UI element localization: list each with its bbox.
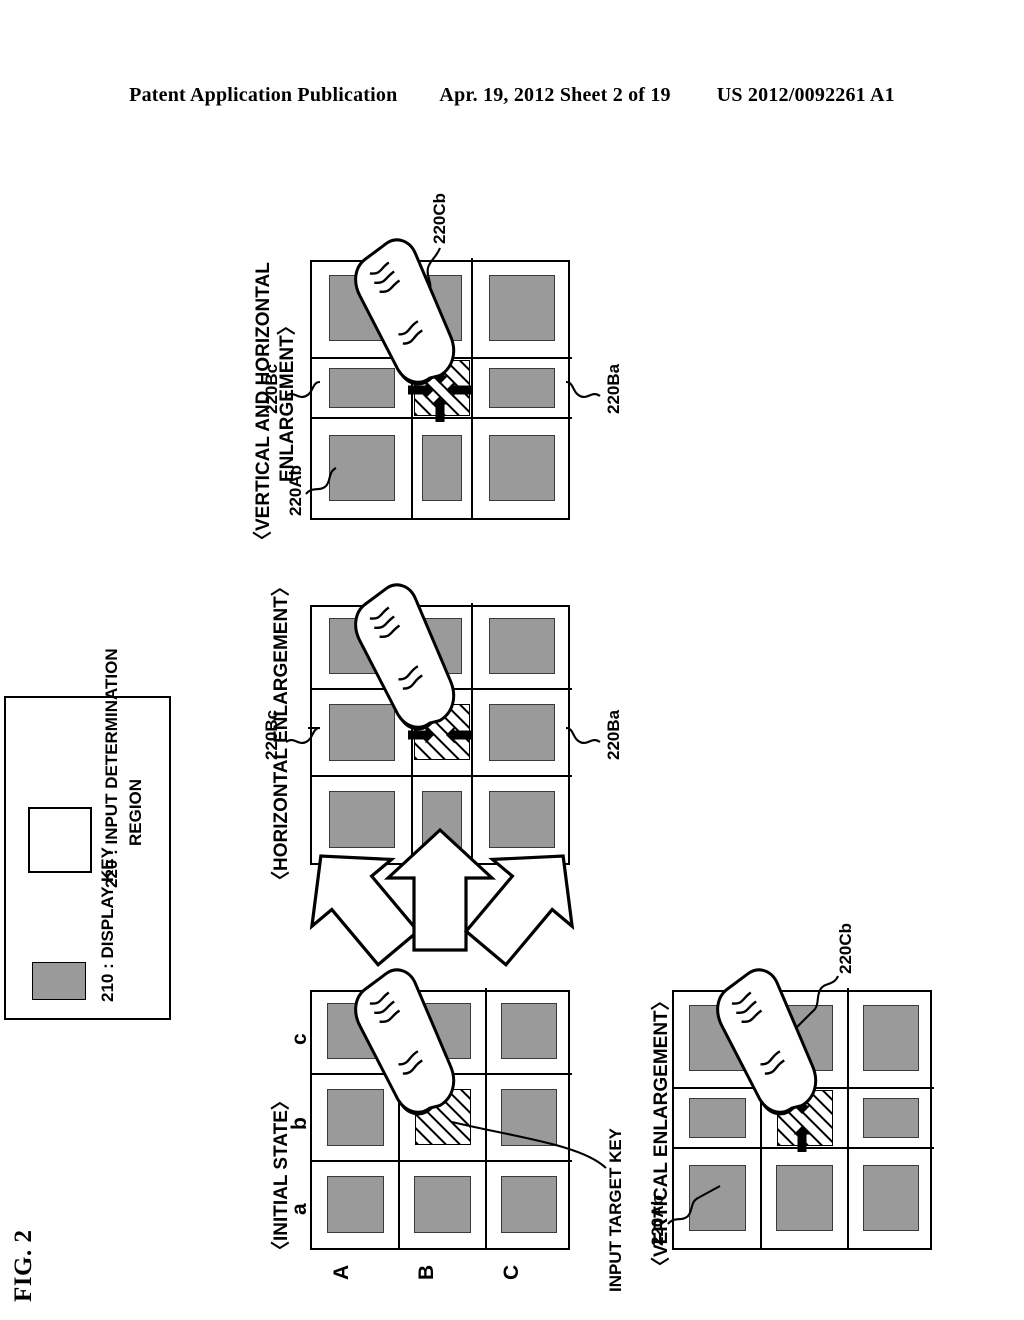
figure-canvas: FIG. 2 210 : DISPLAY KEY 220 : INPUT DET… [0,193,934,1320]
keypad-horizontal-enlargement [310,603,572,865]
initial-display-key-Aa[interactable] [326,1175,385,1234]
initial-col-label-a: a [288,1203,311,1215]
horizontal-display-key-Bc[interactable] [422,617,462,675]
ref-both-220Ba: 220Ba [604,363,623,414]
horizontal-display-key-Ac[interactable] [329,617,395,675]
both-display-key-Ac[interactable] [329,275,395,341]
header-date-sheet: Apr. 19, 2012 Sheet 2 of 19 [439,84,671,106]
vertical-display-key-Cc[interactable] [862,1005,920,1071]
both-display-key-Bc[interactable] [422,275,462,341]
figure-container: FIG. 2 210 : DISPLAY KEY 220 : INPUT DET… [0,130,934,1302]
ref-both-220Cb: 220Cb [430,192,449,244]
horizontal-display-key-Cb[interactable] [489,703,555,762]
initial-display-key-Cb[interactable] [500,1088,558,1147]
leader-220Ba-both [565,380,601,398]
keypad-initial-state [310,988,572,1250]
legend-box: 210 : DISPLAY KEY 220 : INPUT DETERMINAT… [4,648,171,1020]
horizontal-grid-line-v2 [312,688,572,690]
initial-row-label-B: B [415,1264,438,1280]
legend-input-region-swatch [28,807,92,873]
both-grid-line-h1 [411,258,413,518]
both-display-key-Ab[interactable] [329,368,395,408]
vertical-display-key-Ca[interactable] [862,1165,920,1231]
initial-display-key-Ac[interactable] [326,1002,385,1060]
ref-both-220Ab: 220Ab [286,464,305,516]
legend-input-region-label-line2: REGION [126,778,145,846]
vertical-grid-line-v1 [674,1147,934,1149]
both-display-key-Ba[interactable] [422,435,462,501]
initial-col-label-b: b [288,1117,311,1130]
ref-vertical-220Cb: 220Cb [836,922,855,974]
vertical-display-key-Ac[interactable] [688,1005,747,1071]
initial-input-target-key[interactable] [414,1089,471,1146]
initial-grid-line-h1 [398,988,400,1248]
both-display-key-Cc[interactable] [489,275,555,341]
vertical-grid-line-h2 [847,988,849,1248]
both-display-key-Aa[interactable] [329,435,395,501]
initial-row-label-C: C [500,1264,523,1280]
horizontal-display-key-Aa[interactable] [329,790,395,849]
horizontal-display-key-Ca[interactable] [489,790,555,849]
both-grid-line-h2 [471,258,473,518]
horizontal-grid-line-h2 [471,603,473,863]
vertical-grid-line-h1 [760,988,762,1248]
horizontal-grid-line-h1 [411,603,413,863]
ref-horizontal-220Bc: 220Bc [262,709,281,760]
initial-display-key-Ab[interactable] [326,1088,385,1147]
vertical-display-key-Ba[interactable] [775,1165,834,1231]
both-input-target-key[interactable] [414,360,470,416]
both-grid-line-v2 [312,357,572,359]
page-header: Patent Application Publication Apr. 19, … [0,84,1024,118]
horizontal-display-key-Ba[interactable] [422,790,462,849]
legend-display-key-swatch [32,962,86,1000]
initial-display-key-Ba[interactable] [413,1175,472,1234]
vertical-input-target-key[interactable] [776,1090,833,1146]
initial-col-label-c: c [288,1033,311,1045]
horizontal-grid-line-v1 [312,775,572,777]
leader-220Ba-horizontal [565,726,601,744]
keypad-vertical-enlargement [672,988,934,1250]
header-publication: Patent Application Publication [129,84,398,106]
header-patent-number: US 2012/0092261 A1 [716,84,895,106]
figure-title: FIG. 2 [10,1229,37,1302]
horizontal-display-key-Cc[interactable] [489,617,555,675]
initial-grid-line-h2 [485,988,487,1248]
vertical-display-key-Ab[interactable] [688,1098,747,1138]
initial-display-key-Ca[interactable] [500,1175,558,1234]
ref-vertical-220Ab: 220Ab [648,1194,667,1246]
vertical-display-key-Aa[interactable] [688,1165,747,1231]
both-display-key-Ca[interactable] [489,435,555,501]
initial-grid-line-v2 [312,1073,572,1075]
ref-horizontal-220Ba: 220Ba [604,709,623,760]
horizontal-display-key-Ab[interactable] [329,703,395,762]
vertical-display-key-Cb[interactable] [862,1098,920,1138]
initial-row-label-A: A [330,1264,353,1280]
both-display-key-Cb[interactable] [489,368,555,408]
keypad-both-enlargement [310,258,572,520]
initial-grid-line-v1 [312,1160,572,1162]
initial-display-key-Bc[interactable] [413,1002,472,1060]
initial-display-key-Cc[interactable] [500,1002,558,1060]
legend-input-region-label-line1: 220 : INPUT DETERMINATION [102,648,121,888]
ref-both-220Bc: 220Bc [262,363,281,414]
both-grid-line-v1 [312,417,572,419]
vertical-grid-line-v2 [674,1087,934,1089]
vertical-display-key-Bc[interactable] [775,1005,834,1071]
horizontal-input-target-key[interactable] [414,704,470,761]
input-target-key-callout: INPUT TARGET KEY [606,1127,625,1292]
